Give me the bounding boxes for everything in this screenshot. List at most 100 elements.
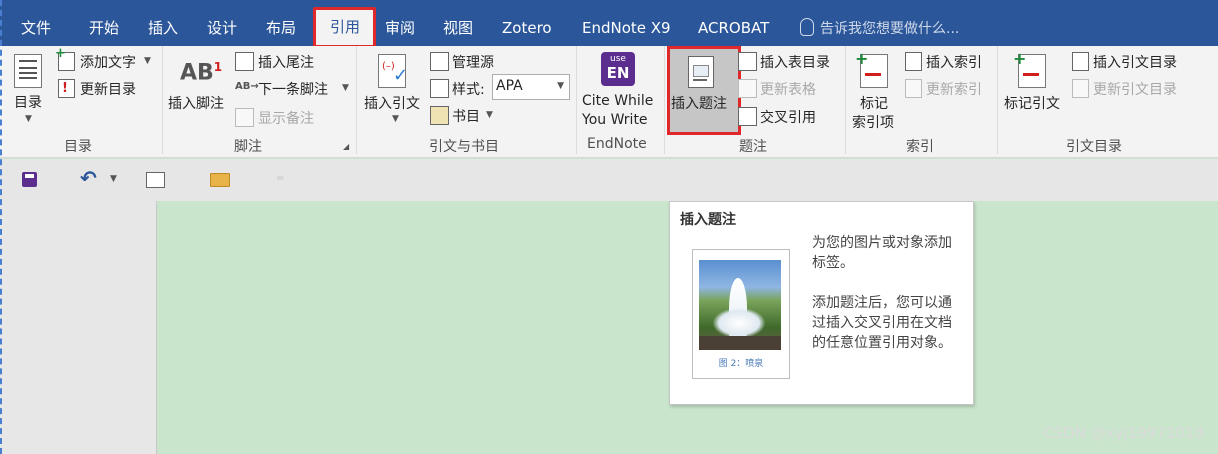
toc-dropdown-arrow[interactable]: ▼ (25, 114, 32, 124)
document-left-margin (0, 201, 157, 454)
footnote-icon: AB1 (180, 60, 223, 86)
style-select-value: APA (496, 78, 523, 94)
group-label-citations: 引文与书目 (429, 139, 499, 155)
insert-citation-dropdown-arrow[interactable]: ▼ (392, 114, 399, 124)
fountain-image (699, 260, 781, 350)
insert-table-of-figures-icon (738, 52, 757, 71)
style-icon (430, 79, 449, 98)
insert-toa-icon (1072, 52, 1089, 71)
tooltip-desc-1-line-2: 标签。 (812, 255, 854, 271)
ribbon: 目录 ▼ + 添加文字 ▼ ! 更新目录 目录 AB1 插入脚注 插入尾注 AB… (0, 46, 1218, 158)
undo-dropdown-arrow[interactable]: ▼ (110, 174, 117, 184)
next-footnote-dropdown-arrow[interactable]: ▼ (342, 83, 349, 93)
cite-while-you-write-button-line2[interactable]: You Write (582, 112, 648, 128)
bibliography-dropdown-arrow[interactable]: ▼ (486, 110, 493, 120)
add-text-icon: + (55, 47, 75, 71)
insert-citation-button[interactable]: 插入引文 (364, 93, 420, 113)
insert-footnote-button[interactable]: 插入脚注 (168, 93, 224, 113)
window-edge-dashed (0, 0, 2, 454)
open-folder-icon[interactable] (210, 173, 230, 187)
mark-entry-button-line1[interactable]: 标记 (860, 93, 888, 113)
tab-review[interactable]: 审阅 (385, 0, 415, 46)
tooltip-desc-2-line-3: 的任意位置引用对象。 (812, 335, 952, 351)
tab-view[interactable]: 视图 (443, 0, 473, 46)
tab-endnote[interactable]: EndNote X9 (582, 0, 671, 46)
cross-reference-icon (738, 107, 757, 126)
insert-caption-tooltip: 插入题注 图 2：喷泉 为您的图片或对象添加 标签。 添加题注后，您可以通 过插… (669, 201, 974, 405)
caption-highlight-box (667, 46, 741, 135)
show-notes-icon (235, 108, 254, 127)
group-separator (162, 46, 163, 154)
menu-bar: 文件 开始 插入 设计 布局 引用 审阅 视图 Zotero EndNote X… (0, 0, 1218, 46)
next-footnote-icon: AB→ (235, 81, 259, 92)
endnote-logo-icon: use EN (601, 52, 635, 86)
save-icon[interactable] (22, 172, 37, 187)
insert-toa-button[interactable]: 插入引文目录 (1093, 52, 1177, 72)
style-select[interactable]: APA ▼ (492, 74, 570, 100)
group-separator (997, 46, 998, 154)
manage-sources-button[interactable]: 管理源 (452, 52, 494, 72)
toc-button[interactable]: 目录 (14, 92, 42, 112)
update-toa-icon (1072, 79, 1089, 98)
group-separator (576, 46, 577, 154)
toc-icon (14, 54, 42, 88)
tab-zotero[interactable]: Zotero (502, 0, 552, 46)
watermark: CSDN @xyj19971018 (1043, 424, 1204, 442)
update-table-button[interactable]: 更新表格 (760, 79, 816, 99)
update-table-icon (738, 79, 757, 98)
insert-table-of-figures-button[interactable]: 插入表目录 (760, 52, 830, 72)
insert-index-icon (905, 52, 922, 71)
endnote-logo-text-2: EN (606, 64, 630, 82)
insert-citation-icon: (–) ✓ (378, 54, 408, 88)
figure-caption: 图 2：喷泉 (718, 359, 764, 369)
update-toa-button[interactable]: 更新引文目录 (1093, 79, 1177, 99)
insert-endnote-icon (235, 52, 254, 71)
group-label-toa: 引文目录 (1066, 139, 1122, 155)
tooltip-title: 插入题注 (680, 212, 736, 228)
update-toc-button[interactable]: 更新目录 (80, 79, 136, 99)
group-label-captions: 题注 (739, 139, 767, 155)
style-label: 样式: (452, 82, 485, 98)
undo-icon[interactable]: ↶ (80, 166, 97, 190)
show-notes-button[interactable]: 显示备注 (258, 108, 314, 128)
add-text-dropdown-arrow[interactable]: ▼ (144, 56, 151, 66)
insert-endnote-button[interactable]: 插入尾注 (258, 52, 314, 72)
tooltip-desc-1-line-1: 为您的图片或对象添加 (812, 235, 952, 251)
group-label-index: 索引 (906, 139, 934, 155)
group-separator (664, 46, 665, 154)
tooltip-desc-2-line-1: 添加题注后，您可以通 (812, 295, 952, 311)
tab-acrobat[interactable]: ACROBAT (698, 0, 769, 46)
tooltip-desc-1: 为您的图片或对象添加 标签。 (812, 233, 952, 273)
next-footnote-button[interactable]: 下一条脚注 (258, 79, 328, 99)
mark-entry-icon: + (855, 49, 888, 88)
print-layout-icon[interactable] (146, 172, 165, 188)
tab-design[interactable]: 设计 (207, 0, 237, 46)
update-index-icon (905, 79, 922, 98)
customize-qat-icon[interactable]: = (276, 173, 284, 184)
manage-sources-icon (430, 52, 449, 71)
group-separator (845, 46, 846, 154)
update-index-button[interactable]: 更新索引 (926, 79, 982, 99)
mark-citation-button[interactable]: 标记引文 (1004, 93, 1060, 113)
quick-access-toolbar: ↶ ▼ = (0, 159, 1218, 201)
cite-while-you-write-button-line1[interactable]: Cite While (582, 93, 653, 109)
tab-file[interactable]: 文件 (21, 0, 51, 46)
tab-home[interactable]: 开始 (89, 0, 119, 46)
tooltip-desc-2-line-2: 过插入交叉引用在文档 (812, 315, 952, 331)
bibliography-button[interactable]: 书目 (452, 106, 480, 126)
tooltip-desc-2: 添加题注后，您可以通 过插入交叉引用在文档 的任意位置引用对象。 (812, 293, 952, 353)
footnotes-dialog-launcher[interactable]: ◢ (343, 142, 349, 151)
tab-highlight-box (313, 7, 376, 48)
add-text-button[interactable]: 添加文字 (80, 52, 136, 72)
insert-index-button[interactable]: 插入索引 (926, 52, 982, 72)
mark-entry-button-line2[interactable]: 索引项 (852, 112, 894, 132)
tab-insert[interactable]: 插入 (148, 0, 178, 46)
style-select-arrow[interactable]: ▼ (557, 81, 564, 91)
tab-layout[interactable]: 布局 (266, 0, 296, 46)
tell-me-box[interactable]: 告诉我您想要做什么... (800, 0, 959, 46)
group-label-toc: 目录 (64, 139, 92, 155)
group-separator (356, 46, 357, 154)
tell-me-text: 告诉我您想要做什么... (820, 21, 960, 37)
cross-reference-button[interactable]: 交叉引用 (760, 107, 816, 127)
group-label-footnotes: 脚注 (234, 139, 262, 155)
